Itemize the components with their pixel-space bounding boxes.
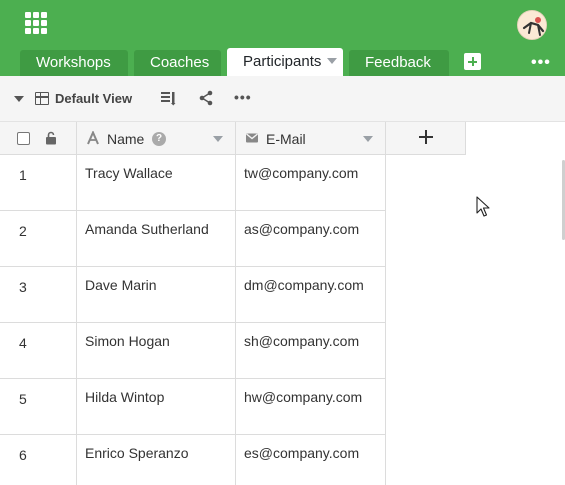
name-cell[interactable]: Simon Hogan — [77, 323, 236, 379]
table-rows: 1 Tracy Wallace tw@company.com 2 Amanda … — [0, 155, 386, 485]
grid-icon[interactable] — [25, 12, 47, 34]
row-number: 2 — [0, 211, 77, 267]
chevron-down-icon[interactable] — [14, 96, 24, 102]
select-all-checkbox[interactable] — [17, 132, 30, 145]
tab-participants[interactable]: Participants — [227, 48, 343, 76]
row-number: 4 — [0, 323, 77, 379]
table-grid: Name ? E-Mail 1 Tracy Wallace tw@company… — [0, 122, 565, 485]
email-cell[interactable]: hw@company.com — [236, 379, 386, 435]
column-header-name[interactable]: Name ? — [77, 122, 236, 155]
email-type-icon — [245, 131, 259, 145]
tab-coaches[interactable]: Coaches — [134, 50, 221, 76]
columns-icon[interactable] — [159, 89, 177, 107]
tab-label: Workshops — [36, 54, 111, 71]
chevron-down-icon[interactable] — [213, 136, 223, 142]
table-tabs: Workshops Coaches Participants Feedback — [20, 48, 455, 76]
name-cell[interactable]: Enrico Speranzo — [77, 435, 236, 485]
plus-icon — [419, 130, 433, 144]
table-row[interactable]: 1 Tracy Wallace tw@company.com — [0, 155, 386, 211]
row-number: 5 — [0, 379, 77, 435]
app-header: Workshops Coaches Participants Feedback … — [0, 0, 565, 76]
mouse-pointer-icon — [476, 196, 490, 218]
table-row[interactable]: 4 Simon Hogan sh@company.com — [0, 323, 386, 379]
row-number: 3 — [0, 267, 77, 323]
user-avatar[interactable] — [517, 10, 547, 40]
chevron-down-icon[interactable] — [363, 136, 373, 142]
avatar-icon — [518, 11, 546, 39]
chevron-down-icon[interactable] — [327, 58, 338, 65]
share-icon[interactable] — [197, 89, 215, 107]
email-cell[interactable]: sh@company.com — [236, 323, 386, 379]
name-cell[interactable]: Tracy Wallace — [77, 155, 236, 211]
unlock-icon[interactable] — [45, 131, 57, 145]
view-selector[interactable]: Default View — [55, 91, 132, 106]
column-header-email[interactable]: E-Mail — [236, 122, 386, 155]
name-cell[interactable]: Hilda Wintop — [77, 379, 236, 435]
tab-feedback[interactable]: Feedback — [349, 50, 449, 76]
add-column-button[interactable] — [386, 122, 466, 155]
table-icon — [35, 92, 49, 105]
table-row[interactable]: 6 Enrico Speranzo es@company.com — [0, 435, 386, 485]
help-icon[interactable]: ? — [152, 132, 166, 146]
table-row[interactable]: 5 Hilda Wintop hw@company.com — [0, 379, 386, 435]
name-cell[interactable]: Amanda Sutherland — [77, 211, 236, 267]
row-number: 6 — [0, 435, 77, 485]
add-table-button[interactable] — [464, 53, 481, 70]
column-label: Name — [107, 131, 145, 147]
tab-label: Participants — [243, 53, 322, 70]
more-horizontal-icon[interactable]: ••• — [531, 54, 551, 72]
table-row[interactable]: 3 Dave Marin dm@company.com — [0, 267, 386, 323]
email-cell[interactable]: as@company.com — [236, 211, 386, 267]
view-toolbar: Default View ••• — [0, 76, 565, 122]
email-cell[interactable]: tw@company.com — [236, 155, 386, 211]
table-row[interactable]: 2 Amanda Sutherland as@company.com — [0, 211, 386, 267]
more-horizontal-icon[interactable]: ••• — [234, 89, 252, 107]
tab-label: Feedback — [365, 54, 431, 71]
email-cell[interactable]: es@company.com — [236, 435, 386, 485]
name-cell[interactable]: Dave Marin — [77, 267, 236, 323]
header-row-controls — [0, 122, 77, 155]
column-label: E-Mail — [266, 131, 306, 147]
tab-workshops[interactable]: Workshops — [20, 50, 128, 76]
tab-label: Coaches — [150, 54, 210, 71]
text-type-icon — [86, 129, 100, 145]
row-number: 1 — [0, 155, 77, 211]
email-cell[interactable]: dm@company.com — [236, 267, 386, 323]
